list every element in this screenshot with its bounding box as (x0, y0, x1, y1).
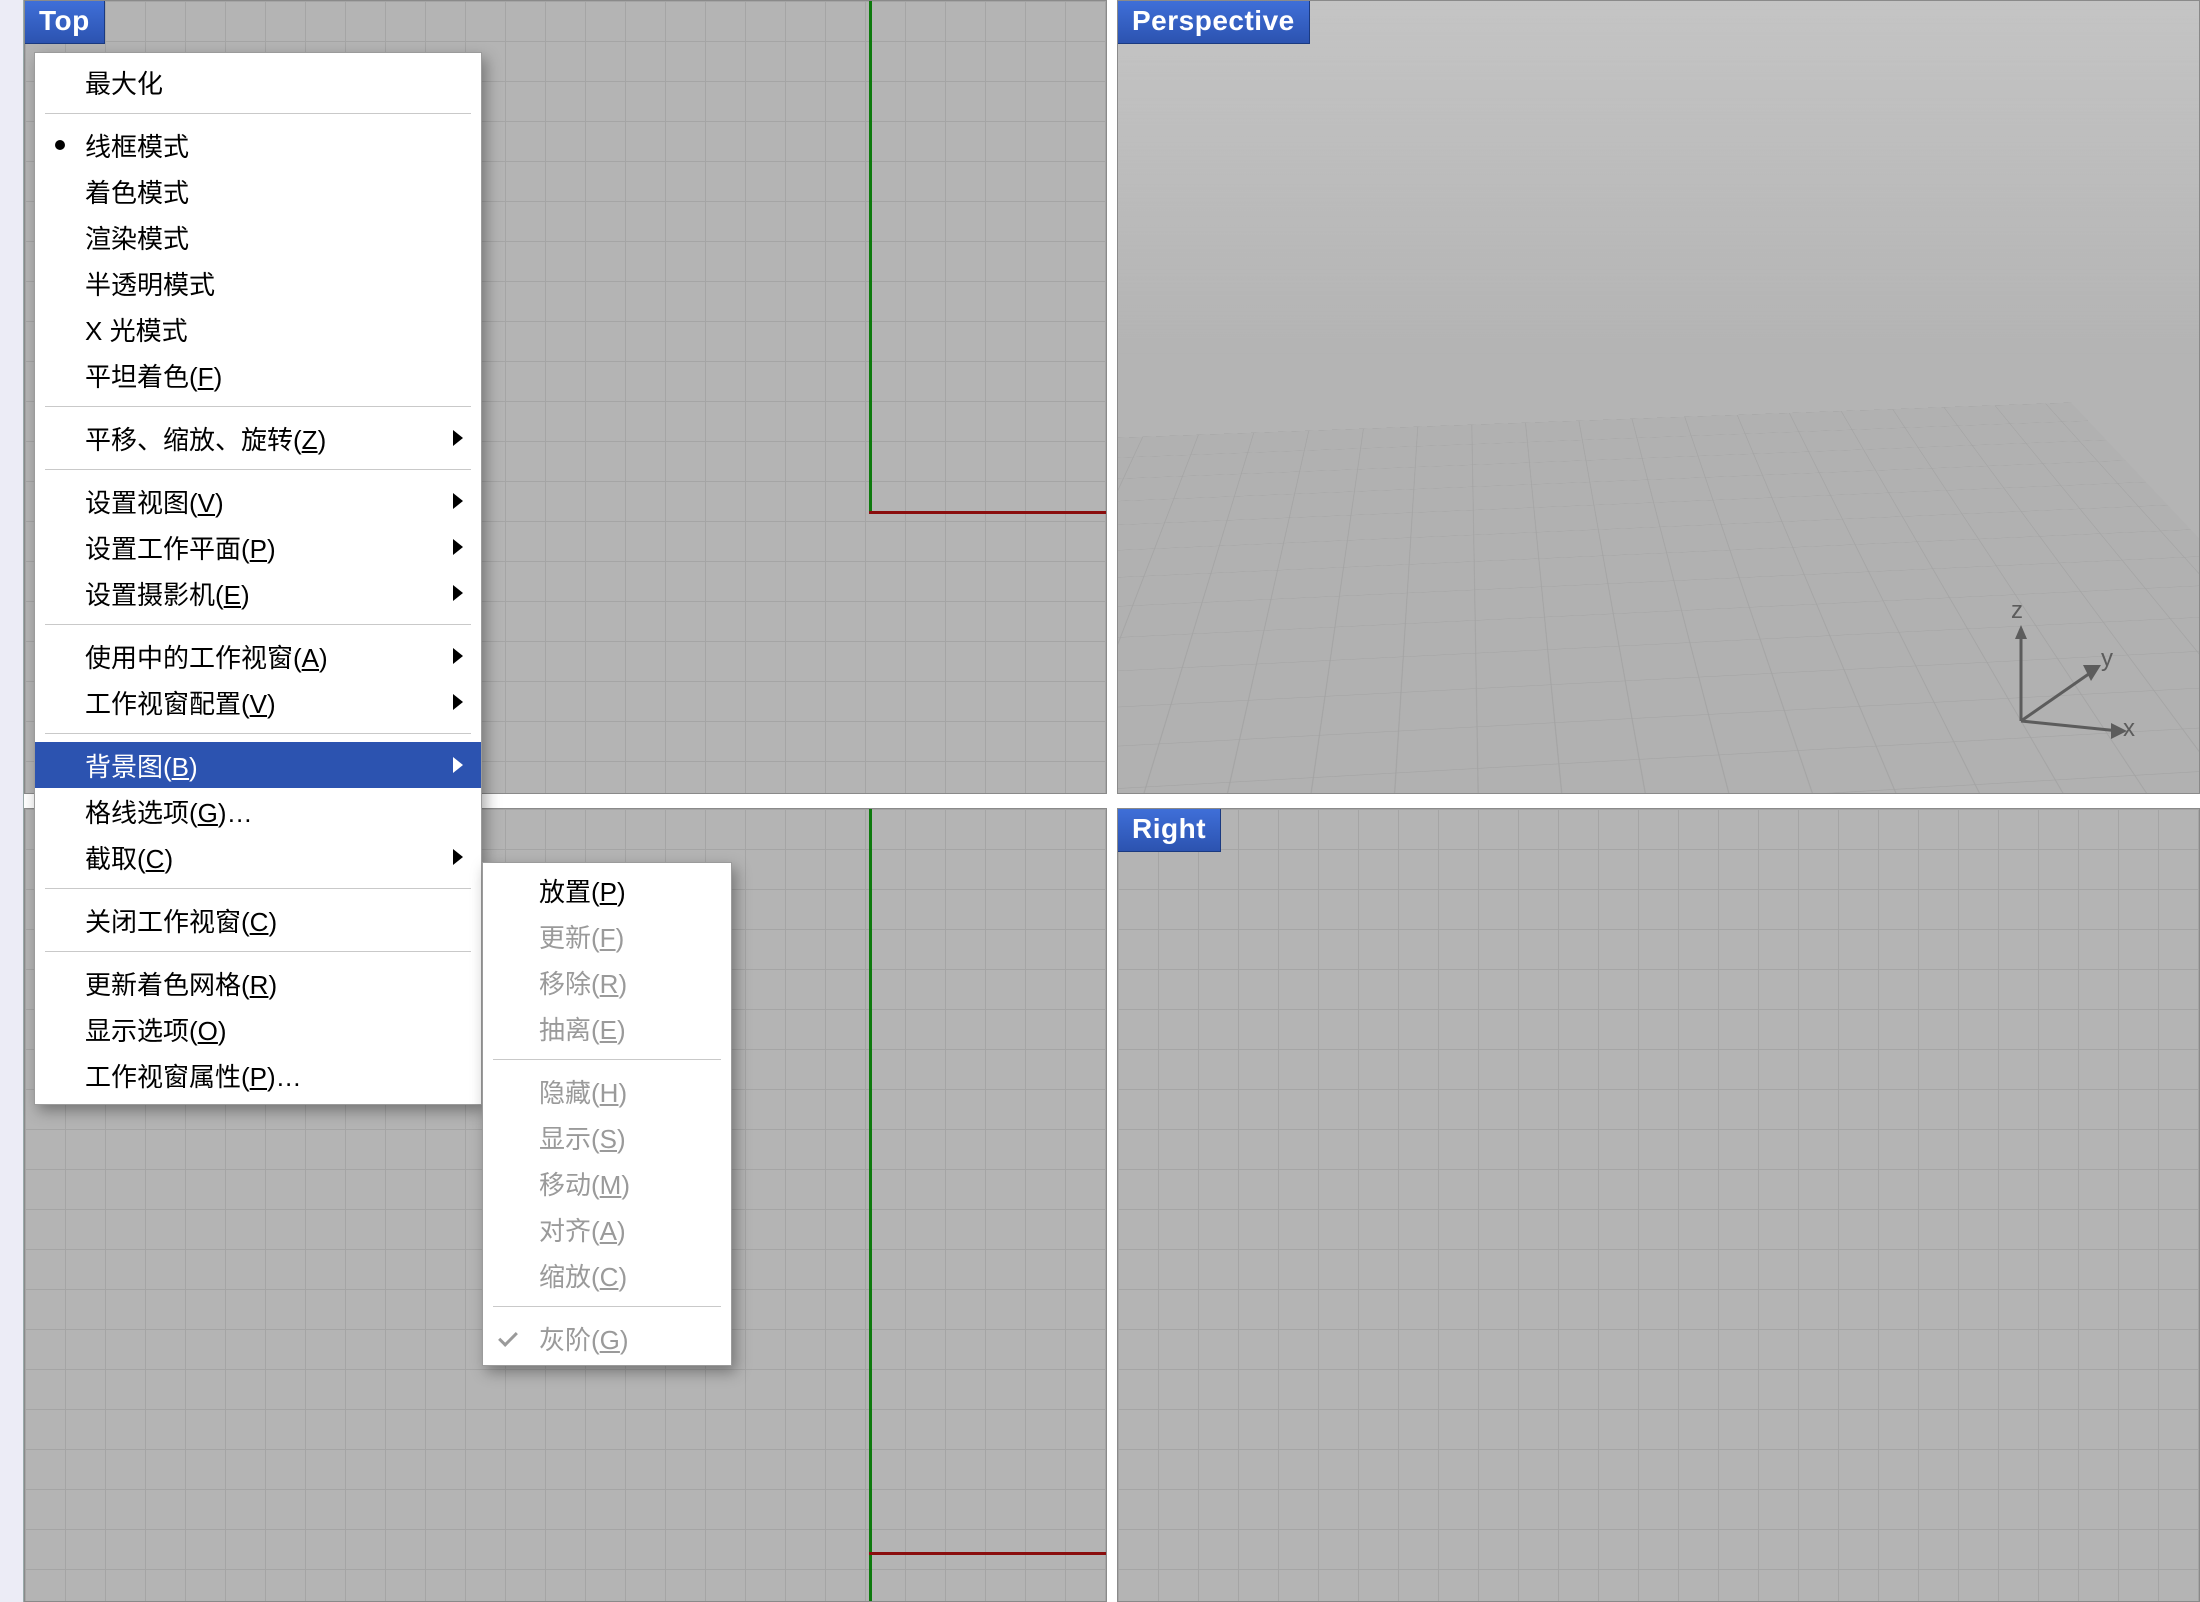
submenu-scale: 缩放(C) (483, 1252, 731, 1298)
menu-sep-7 (45, 951, 471, 952)
submenu-align: 对齐(A) (483, 1206, 731, 1252)
menu-xray-label: X 光模式 (85, 311, 463, 348)
menu-set-cplane[interactable]: 设置工作平面(P) (35, 524, 481, 570)
menu-viewport-layout[interactable]: 工作视窗配置(V) (35, 679, 481, 725)
menu-ghosted[interactable]: 半透明模式 (35, 260, 481, 306)
menu-capture-label: 截取(C) (85, 839, 463, 876)
menu-active-viewport-label: 使用中的工作视窗(A) (85, 638, 463, 675)
menu-bg-label: 背景图(B) (85, 747, 463, 784)
axis-x-top (869, 511, 1106, 514)
axis-y-front (869, 809, 872, 1601)
submenu-align-label: 对齐(A) (539, 1211, 713, 1248)
menu-shaded-label: 着色模式 (85, 173, 463, 210)
menu-active-viewport[interactable]: 使用中的工作视窗(A) (35, 633, 481, 679)
submenu-place[interactable]: 放置(P) (483, 867, 731, 913)
viewport-label-top[interactable]: Top (25, 1, 105, 44)
viewport-right-grid (1118, 809, 2199, 1601)
menu-set-cplane-label: 设置工作平面(P) (85, 529, 463, 566)
check-icon (498, 1327, 518, 1347)
menu-flat-shade[interactable]: 平坦着色(F) (35, 352, 481, 398)
submenu-grayscale-label: 灰阶(G) (539, 1320, 713, 1357)
menu-wireframe-label: 线框模式 (85, 127, 463, 164)
submenu-detach-label: 抽离(E) (539, 1010, 713, 1047)
submenu-place-label: 放置(P) (539, 872, 713, 909)
menu-background-bitmap[interactable]: 背景图(B) (35, 742, 481, 788)
background-bitmap-submenu: 放置(P) 更新(F) 移除(R) 抽离(E) 隐藏(H) 显示(S) 移动(M… (482, 862, 732, 1366)
menu-sep-2 (45, 406, 471, 407)
menu-capture[interactable]: 截取(C) (35, 834, 481, 880)
menu-maximize[interactable]: 最大化 (35, 59, 481, 105)
menu-sep-4 (45, 624, 471, 625)
viewport-label-perspective[interactable]: Perspective (1118, 1, 1310, 44)
submenu-scale-label: 缩放(C) (539, 1257, 713, 1294)
menu-close-viewport-label: 关闭工作视窗(C) (85, 902, 463, 939)
viewport-label-right-text: Right (1132, 813, 1206, 844)
axis-x-front (869, 1552, 1106, 1555)
submenu-update-label: 更新(F) (539, 918, 713, 955)
viewport-label-top-text: Top (39, 5, 90, 36)
submenu-remove: 移除(R) (483, 959, 731, 1005)
menu-viewport-properties[interactable]: 工作视窗属性(P)… (35, 1052, 481, 1098)
menu-pan-zoom-rotate[interactable]: 平移、缩放、旋转(Z) (35, 415, 481, 461)
menu-grid-options-label: 格线选项(G)… (85, 793, 463, 830)
menu-rendered-label: 渲染模式 (85, 219, 463, 256)
viewport-right[interactable]: Right (1117, 808, 2200, 1602)
menu-close-viewport[interactable]: 关闭工作视窗(C) (35, 897, 481, 943)
submenu-sep-1 (493, 1059, 721, 1060)
viewport-perspective[interactable]: Perspective z y x (1117, 0, 2200, 794)
submenu-hide-label: 隐藏(H) (539, 1073, 713, 1110)
menu-shaded[interactable]: 着色模式 (35, 168, 481, 214)
menu-xray[interactable]: X 光模式 (35, 306, 481, 352)
submenu-detach: 抽离(E) (483, 1005, 731, 1051)
menu-sep-6 (45, 888, 471, 889)
menu-viewport-layout-label: 工作视窗配置(V) (85, 684, 463, 721)
submenu-move-label: 移动(M) (539, 1165, 713, 1202)
menu-pzr-label: 平移、缩放、旋转(Z) (85, 420, 463, 457)
submenu-update: 更新(F) (483, 913, 731, 959)
submenu-move: 移动(M) (483, 1160, 731, 1206)
axis-y-top (869, 1, 872, 511)
menu-flat-shade-label: 平坦着色(F) (85, 357, 463, 394)
menu-set-view-label: 设置视图(V) (85, 483, 463, 520)
submenu-sep-2 (493, 1306, 721, 1307)
gizmo-y-label: y (2101, 645, 2113, 673)
menu-sep-5 (45, 733, 471, 734)
menu-rendered[interactable]: 渲染模式 (35, 214, 481, 260)
axis-gizmo: z y x (1989, 603, 2139, 753)
menu-refresh-mesh-label: 更新着色网格(R) (85, 965, 463, 1002)
viewport-label-perspective-text: Perspective (1132, 5, 1295, 36)
gizmo-x-label: x (2123, 715, 2135, 743)
gizmo-z-label: z (2011, 597, 2023, 625)
submenu-hide: 隐藏(H) (483, 1068, 731, 1114)
left-rail (0, 0, 24, 1602)
menu-refresh-shade-mesh[interactable]: 更新着色网格(R) (35, 960, 481, 1006)
menu-set-camera-label: 设置摄影机(E) (85, 575, 463, 612)
viewport-label-right[interactable]: Right (1118, 809, 1221, 852)
radio-dot-icon (55, 140, 65, 150)
menu-maximize-label: 最大化 (85, 64, 463, 101)
viewport-context-menu: 最大化 线框模式 着色模式 渲染模式 半透明模式 X 光模式 平坦着色(F) 平… (34, 52, 482, 1105)
menu-sep-3 (45, 469, 471, 470)
submenu-show: 显示(S) (483, 1114, 731, 1160)
menu-display-options[interactable]: 显示选项(O) (35, 1006, 481, 1052)
submenu-grayscale: 灰阶(G) (483, 1315, 731, 1361)
submenu-remove-label: 移除(R) (539, 964, 713, 1001)
menu-display-options-label: 显示选项(O) (85, 1011, 463, 1048)
menu-viewport-properties-label: 工作视窗属性(P)… (85, 1057, 463, 1094)
menu-grid-options[interactable]: 格线选项(G)… (35, 788, 481, 834)
menu-set-camera[interactable]: 设置摄影机(E) (35, 570, 481, 616)
menu-wireframe[interactable]: 线框模式 (35, 122, 481, 168)
menu-ghosted-label: 半透明模式 (85, 265, 463, 302)
submenu-show-label: 显示(S) (539, 1119, 713, 1156)
menu-set-view[interactable]: 设置视图(V) (35, 478, 481, 524)
menu-sep-1 (45, 113, 471, 114)
